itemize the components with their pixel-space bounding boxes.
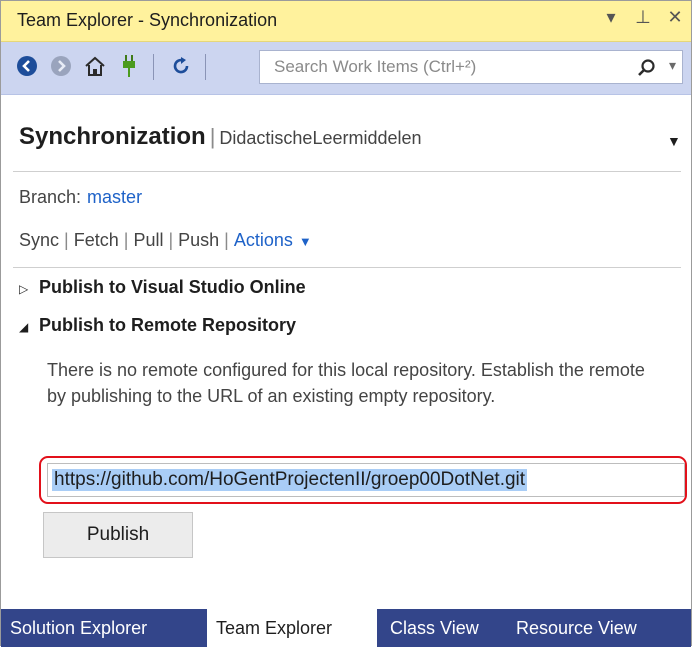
close-icon[interactable]: ✕: [667, 7, 683, 28]
title-bar: Team Explorer - Synchronization ▾ ⊥ ✕: [1, 1, 691, 42]
toolbar: Search Work Items (Ctrl+²) ▾: [1, 42, 691, 95]
page-header: Synchronization | DidactischeLeermiddelen: [19, 123, 422, 151]
push-link[interactable]: Push: [178, 230, 219, 250]
bottom-tab-bar: Solution Explorer Team Explorer Class Vi…: [1, 609, 691, 647]
branch-row: Branch: master: [19, 187, 142, 208]
window-title: Team Explorer - Synchronization: [17, 10, 278, 30]
actions-dropdown[interactable]: Actions: [234, 230, 293, 250]
action-separator: |: [64, 230, 69, 250]
remote-url-value: https://github.com/HoGentProjectenII/gro…: [52, 469, 528, 491]
section-publish-remote-label: Publish to Remote Repository: [39, 315, 297, 335]
actions-row: Sync | Fetch | Pull | Push | Actions ▼: [19, 230, 312, 251]
branch-link[interactable]: master: [87, 187, 142, 207]
section-publish-vso-label: Publish to Visual Studio Online: [39, 277, 306, 297]
search-work-items-input[interactable]: Search Work Items (Ctrl+²) ▾: [259, 50, 683, 84]
forward-icon[interactable]: [47, 52, 75, 80]
connect-plug-icon[interactable]: [115, 52, 143, 80]
page-title: Synchronization: [19, 123, 206, 150]
section-publish-remote[interactable]: ◢ Publish to Remote Repository: [19, 315, 296, 336]
tab-team-explorer[interactable]: Team Explorer: [207, 609, 377, 647]
branch-label: Branch:: [19, 187, 82, 207]
sections-divider: [13, 267, 681, 268]
refresh-icon[interactable]: [167, 52, 195, 80]
fetch-link[interactable]: Fetch: [74, 230, 119, 250]
search-icon[interactable]: [636, 55, 656, 84]
home-icon[interactable]: [81, 52, 109, 80]
back-icon[interactable]: [13, 52, 41, 80]
header-divider: [13, 171, 681, 172]
window-controls: ▾ ⊥ ✕: [603, 7, 683, 28]
remote-description: There is no remote configured for this l…: [47, 360, 645, 406]
actions-caret-icon[interactable]: ▼: [299, 234, 312, 249]
section-publish-vso[interactable]: ▷ Publish to Visual Studio Online: [19, 277, 306, 298]
action-separator: |: [123, 230, 129, 250]
tab-class-view[interactable]: Class View: [381, 609, 505, 647]
team-explorer-window: Team Explorer - Synchronization ▾ ⊥ ✕ Se…: [0, 0, 692, 647]
pull-link[interactable]: Pull: [133, 230, 163, 250]
pin-icon[interactable]: ⊥: [635, 7, 651, 28]
header-dropdown-icon[interactable]: ▼: [667, 133, 681, 149]
remote-url-input[interactable]: https://github.com/HoGentProjectenII/gro…: [47, 463, 685, 497]
search-placeholder: Search Work Items (Ctrl+²): [274, 57, 477, 76]
sync-link[interactable]: Sync: [19, 230, 59, 250]
toolbar-separator: [205, 54, 206, 80]
action-separator: |: [224, 230, 229, 250]
publish-button[interactable]: Publish: [43, 512, 193, 558]
expanded-triangle-icon[interactable]: ◢: [19, 320, 39, 334]
dropdown-icon[interactable]: ▾: [603, 7, 619, 28]
repository-name: DidactischeLeermiddelen: [219, 128, 422, 148]
search-dropdown-icon[interactable]: ▾: [669, 57, 676, 74]
collapsed-triangle-icon[interactable]: ▷: [19, 282, 39, 296]
tab-resource-view[interactable]: Resource View: [507, 609, 687, 647]
header-separator: |: [209, 124, 216, 149]
action-separator: |: [168, 230, 174, 250]
tab-solution-explorer[interactable]: Solution Explorer: [1, 609, 205, 647]
toolbar-separator: [153, 54, 154, 80]
